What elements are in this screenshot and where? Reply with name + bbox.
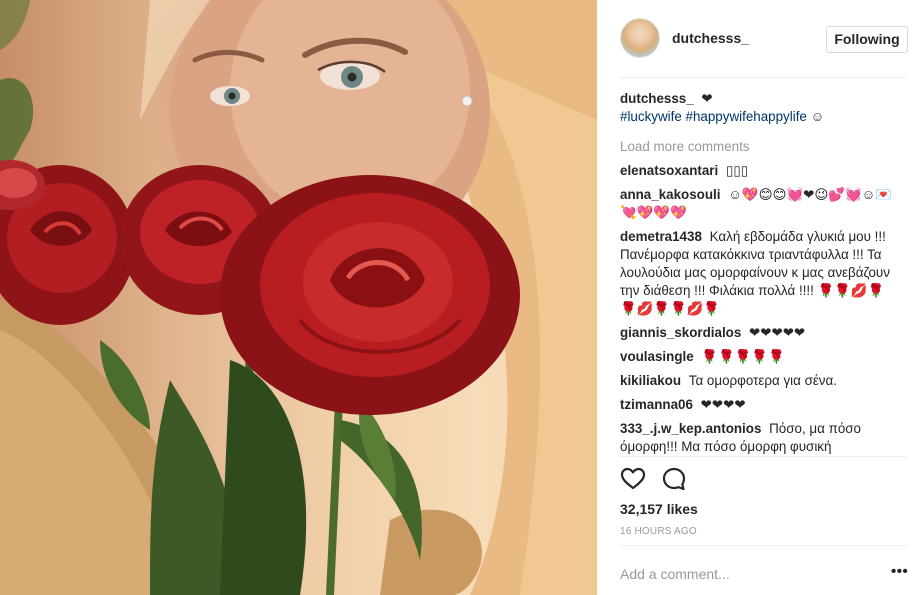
comment-icon[interactable] [661,466,687,492]
photo-illustration [0,0,597,595]
like-count[interactable]: 32,157 likes [620,501,698,517]
comment-item: voulasingle 🌹🌹🌹🌹🌹 [620,348,896,366]
post-sidebar: dutchesss_ Following dutchesss_ ❤ #lucky… [597,0,912,595]
comment-item: kikiliakou Τα ομορφοτερα για σένα. [620,372,896,390]
post-photo[interactable] [0,0,597,595]
rose-3 [220,175,520,415]
avatar[interactable] [620,18,660,58]
add-comment-input[interactable] [620,564,870,584]
post-timestamp: 16 HOURS AGO [620,526,697,537]
comment-item: 333_.j.w_kep.antonios Πόσο, μα πόσο όμορ… [620,420,896,454]
header-divider [620,77,907,78]
footer-divider [620,545,907,546]
comment-username[interactable]: 333_.j.w_kep.antonios [620,421,761,436]
comment-text: ❤❤❤❤❤ [749,325,806,340]
comment-username[interactable]: voulasingle [620,349,694,364]
comment-item: demetra1438 Καλή εβδομάδα γλυκιά μου !!!… [620,228,896,318]
comment-username[interactable]: elenatsoxantari [620,163,718,178]
comment-username[interactable]: demetra1438 [620,229,702,244]
caption: dutchesss_ ❤ #luckywife #happywifehappyl… [620,90,896,126]
hashtag-luckywife[interactable]: #luckywife [620,109,682,124]
comment-username[interactable]: tzimanna06 [620,397,693,412]
comment-item: giannis_skordialos ❤❤❤❤❤ [620,324,896,342]
comment-item: anna_kakosouli ☺💖😊😊💓❤😉💕💓☺💌💘💖💖💖 [620,186,896,222]
comments-list[interactable]: dutchesss_ ❤ #luckywife #happywifehappyl… [620,90,896,454]
comment-text: 🌹🌹🌹🌹🌹 [701,349,785,364]
comment-item: tzimanna06 ❤❤❤❤ [620,396,896,414]
hashtag-happywifehappylife[interactable]: #happywifehappylife [686,109,807,124]
caption-text: ❤ [701,91,713,106]
comment-username[interactable]: anna_kakosouli [620,187,720,202]
ellipsis-icon[interactable]: ••• [891,563,908,580]
comment-username[interactable]: kikiliakou [620,373,681,388]
heart-icon[interactable] [620,466,646,492]
following-button[interactable]: Following [826,26,908,53]
post-header: dutchesss_ Following [620,17,908,61]
comment-item: elenatsoxantari ▯▯▯ [620,162,896,180]
comment-text: Τα ομορφοτερα για σένα. [688,373,837,388]
caption-username[interactable]: dutchesss_ [620,91,694,106]
comments-divider [620,456,907,457]
load-more-comments[interactable]: Load more comments [620,139,896,154]
comment-text: ❤❤❤❤ [700,397,746,412]
instagram-post-view: dutchesss_ Following dutchesss_ ❤ #lucky… [0,0,912,595]
header-username[interactable]: dutchesss_ [672,30,749,46]
caption-emoji: ☺ [810,109,825,124]
comment-text: ▯▯▯ [725,163,749,178]
comment-username[interactable]: giannis_skordialos [620,325,741,340]
